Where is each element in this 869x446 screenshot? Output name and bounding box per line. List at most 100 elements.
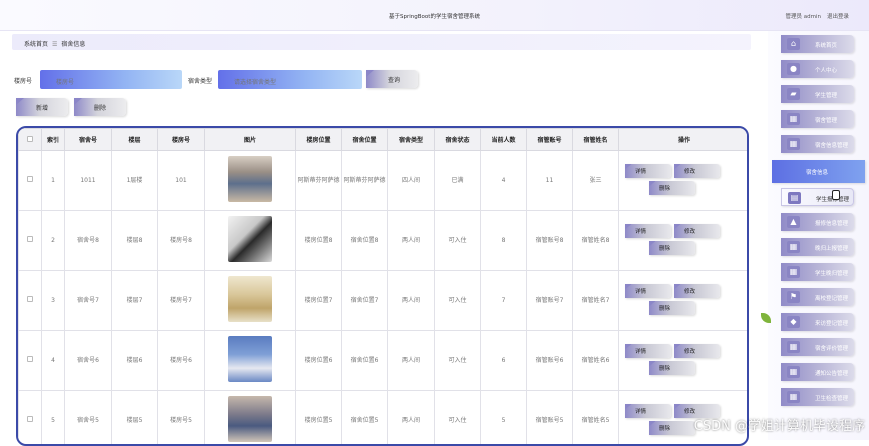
row-checkbox-cell[interactable]: [19, 151, 42, 211]
type-label: 宿舍类型: [188, 76, 212, 85]
table-row: 2宿舍号8楼层8楼房号8楼房位置8宿舍位置8两人间可入住8宿管账号8宿管姓名8详…: [19, 211, 750, 271]
sidebar-item-label: 卫生检查管理: [815, 396, 848, 402]
select-all-checkbox[interactable]: [27, 136, 33, 142]
logout-link[interactable]: 退出登录: [827, 14, 849, 20]
sidebar-item[interactable]: ⌂系统首页: [781, 35, 854, 53]
sidebar-item-label: 来访登记管理: [815, 321, 848, 327]
photo-cell: [205, 211, 296, 271]
delete-button[interactable]: 删除: [74, 98, 126, 116]
mouse-cursor-icon: [832, 190, 840, 200]
room-photo[interactable]: [228, 216, 272, 262]
row-checkbox-cell[interactable]: [19, 211, 42, 271]
sidebar-item[interactable]: ▦ 卫生检查管理: [781, 388, 854, 406]
row-checkbox[interactable]: [27, 416, 33, 422]
detail-button[interactable]: 详情: [625, 344, 671, 358]
sidebar-item[interactable]: ▦通知公告管理: [781, 363, 854, 381]
sidebar-item-label: 宿舍管理: [815, 118, 837, 124]
cell-idx: 4: [42, 331, 65, 391]
row-checkbox[interactable]: [27, 236, 33, 242]
room-photo[interactable]: [228, 276, 272, 322]
row-checkbox-cell[interactable]: [19, 331, 42, 391]
row-delete-button[interactable]: 删除: [649, 181, 695, 195]
cell-status: 已满: [435, 151, 481, 211]
sidebar-item-label: 报修信息管理: [815, 221, 848, 227]
row-checkbox-cell[interactable]: [19, 271, 42, 331]
app-title: 基于SpringBoot的学生宿舍管理系统: [0, 12, 869, 20]
row-delete-button[interactable]: 删除: [649, 301, 695, 315]
cell-count: 7: [481, 271, 527, 331]
row-delete-button[interactable]: 删除: [649, 421, 695, 435]
breadcrumb-separator: ☰: [52, 41, 57, 48]
cell-building: 101: [158, 151, 205, 211]
sidebar-item[interactable]: 宿舍信息: [772, 160, 865, 183]
sidebar-item[interactable]: ▲ 报修信息管理: [781, 213, 854, 231]
detail-button[interactable]: 详情: [625, 404, 671, 418]
cell-rpos: 宿舍位置7: [342, 271, 388, 331]
cell-floor: 楼层6: [112, 331, 158, 391]
flag-icon: ⚑: [787, 291, 800, 303]
sidebar-item[interactable]: ▦宿舍评价管理: [781, 338, 854, 356]
sidebar-item[interactable]: ▦ 宿舍管理: [781, 110, 854, 128]
cell-acct: 宿管账号5: [527, 391, 573, 446]
cell-room: 宿舍号5: [65, 391, 112, 446]
breadcrumb-current: 宿舍信息: [61, 41, 85, 48]
query-button[interactable]: 查询: [366, 70, 418, 88]
row-checkbox[interactable]: [27, 176, 33, 182]
grid-icon: ▦: [787, 391, 800, 403]
cell-rpos: 阿斯蒂芬阿萨德: [342, 151, 388, 211]
photo-cell: [205, 331, 296, 391]
breadcrumb-home[interactable]: 系统首页: [24, 41, 48, 48]
col-header: 宿舍位置: [342, 129, 388, 151]
edit-button[interactable]: 修改: [674, 344, 720, 358]
cell-idx: 1: [42, 151, 65, 211]
sidebar-item[interactable]: ⚑ 离校登记管理: [781, 288, 854, 306]
edit-button[interactable]: 修改: [674, 164, 720, 178]
sidebar-item-label: 通知公告管理: [815, 371, 848, 377]
sidebar-item[interactable]: ▦学生晚归管理: [781, 263, 854, 281]
select-all-checkbox-cell[interactable]: [19, 129, 42, 151]
cell-floor: 楼层7: [112, 271, 158, 331]
sidebar-item-label: 晚归上报管理: [815, 246, 848, 252]
sidebar-item-label: 离校登记管理: [815, 296, 848, 302]
detail-button[interactable]: 详情: [625, 284, 671, 298]
cell-status: 可入住: [435, 271, 481, 331]
cell-floor: 楼层8: [112, 211, 158, 271]
cell-count: 8: [481, 211, 527, 271]
row-delete-button[interactable]: 删除: [649, 361, 695, 375]
edit-button[interactable]: 修改: [674, 284, 720, 298]
sidebar-item[interactable]: ◆来访登记管理: [781, 313, 854, 331]
sidebar-item[interactable]: ●个人中心: [781, 60, 854, 78]
room-photo[interactable]: [228, 336, 272, 382]
row-checkbox[interactable]: [27, 296, 33, 302]
grid-icon: ▦: [787, 241, 800, 253]
student-icon: ▰: [787, 88, 800, 100]
row-checkbox[interactable]: [27, 356, 33, 362]
add-button[interactable]: 新增: [16, 98, 68, 116]
table-row: 110111层楼101阿斯蒂芬阿萨德阿斯蒂芬阿萨德四人间已满411张三详情修改删…: [19, 151, 750, 211]
cell-status: 可入住: [435, 331, 481, 391]
room-photo[interactable]: [228, 156, 272, 202]
ops-cell: 详情修改删除: [619, 271, 750, 331]
room-input[interactable]: [40, 70, 182, 89]
sidebar-item[interactable]: ▤学生报修管理: [781, 188, 854, 206]
cell-type: 四人间: [388, 151, 435, 211]
table-row: 5宿舍号5楼层5楼房号5楼房位置5宿舍位置5两人间可入住5宿管账号5宿管姓名5详…: [19, 391, 750, 446]
type-select[interactable]: [218, 70, 362, 89]
cell-room: 宿舍号8: [65, 211, 112, 271]
ops-cell: 详情修改删除: [619, 211, 750, 271]
row-checkbox-cell[interactable]: [19, 391, 42, 446]
detail-button[interactable]: 详情: [625, 224, 671, 238]
cell-idx: 3: [42, 271, 65, 331]
sidebar-item-label: 系统首页: [815, 43, 837, 49]
detail-button[interactable]: 详情: [625, 164, 671, 178]
cell-type: 两人间: [388, 271, 435, 331]
grid-icon: ▦: [787, 113, 800, 125]
sidebar-item[interactable]: ▦宿舍信息管理: [781, 135, 854, 153]
row-delete-button[interactable]: 删除: [649, 241, 695, 255]
edit-button[interactable]: 修改: [674, 224, 720, 238]
sidebar-item[interactable]: ▦ 晚归上报管理: [781, 238, 854, 256]
tool-icon: ▲: [787, 216, 800, 228]
cell-idx: 2: [42, 211, 65, 271]
sidebar-item[interactable]: ▰学生管理: [781, 85, 854, 103]
room-photo[interactable]: [228, 396, 272, 442]
